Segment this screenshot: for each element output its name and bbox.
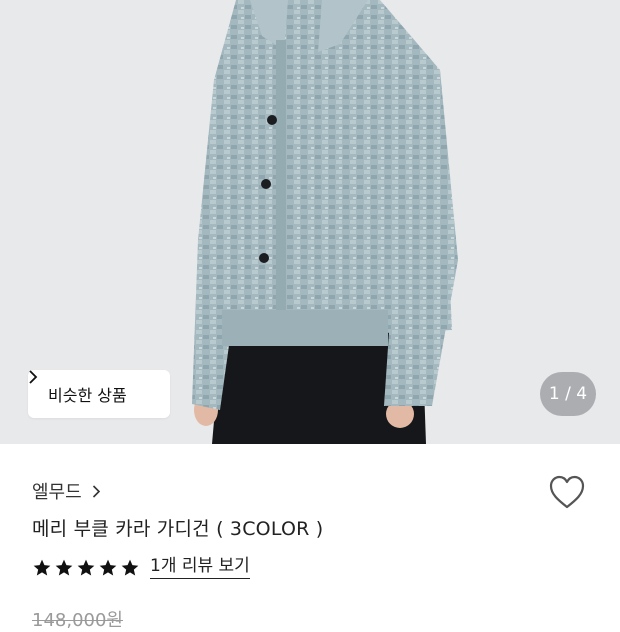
star-filled-icon bbox=[99, 559, 117, 575]
original-price: 148,000원 bbox=[32, 610, 123, 631]
similar-products-label: 비슷한 상품 bbox=[48, 386, 127, 405]
product-info: 엘무드 메리 부클 카라 가디건 ( 3COLOR ) 1개 리뷰 보기 148… bbox=[0, 444, 620, 631]
brand-link[interactable]: 엘무드 bbox=[32, 478, 101, 504]
product-image-gallery[interactable]: 비슷한 상품 1 / 4 bbox=[0, 0, 620, 444]
star-filled-icon bbox=[33, 559, 51, 575]
image-counter: 1 / 4 bbox=[540, 372, 596, 416]
star-filled-icon bbox=[77, 559, 95, 575]
similar-products-button[interactable]: 비슷한 상품 bbox=[28, 370, 170, 418]
brand-name: 엘무드 bbox=[32, 482, 82, 503]
star-rating bbox=[32, 558, 140, 578]
rating-row: 1개 리뷰 보기 bbox=[32, 556, 250, 579]
star-filled-icon bbox=[121, 559, 139, 575]
star-filled-icon bbox=[55, 559, 73, 575]
product-title: 메리 부클 카라 가디건 ( 3COLOR ) bbox=[32, 518, 324, 540]
heart-outline-icon bbox=[549, 475, 585, 509]
review-link[interactable]: 1개 리뷰 보기 bbox=[150, 556, 250, 579]
chevron-right-icon bbox=[92, 484, 101, 498]
wishlist-button[interactable] bbox=[548, 474, 586, 510]
